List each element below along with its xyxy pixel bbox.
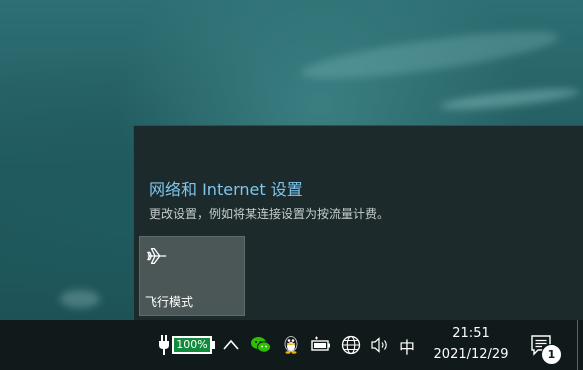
- network-globe-icon[interactable]: [339, 332, 363, 358]
- clock-time: 21:51: [452, 326, 490, 341]
- wallpaper-highlight: [439, 84, 581, 114]
- airplane-mode-tile[interactable]: 飞行模式: [139, 236, 245, 316]
- taskbar: 100% 中 21:51 2021/12/29 1: [0, 320, 583, 370]
- battery-status-icon[interactable]: [310, 332, 332, 358]
- airplane-mode-label: 飞行模式: [145, 295, 194, 309]
- network-internet-settings-link[interactable]: 网络和 Internet 设置: [149, 176, 303, 200]
- wallpaper-highlight: [60, 290, 100, 308]
- wechat-icon[interactable]: [249, 332, 273, 358]
- airplane-icon: [147, 248, 167, 264]
- plug-icon[interactable]: [156, 332, 172, 358]
- network-settings-description: 更改设置，例如将某连接设置为按流量计费。: [149, 207, 390, 221]
- notification-count-badge: 1: [541, 344, 562, 365]
- volume-icon[interactable]: [369, 332, 391, 358]
- clock-date: 2021/12/29: [433, 347, 509, 362]
- show-desktop-button[interactable]: [577, 320, 578, 370]
- chevron-up-icon[interactable]: [222, 332, 240, 358]
- input-method-indicator[interactable]: 中: [399, 334, 415, 358]
- qq-icon[interactable]: [281, 332, 301, 358]
- taskbar-clock[interactable]: 21:51 2021/12/29: [424, 324, 518, 366]
- wallpaper-highlight: [299, 22, 561, 88]
- network-flyout: 网络和 Internet 设置 更改设置，例如将某连接设置为按流量计费。 飞行模…: [133, 125, 583, 320]
- battery-terminal: [212, 341, 215, 349]
- battery-indicator[interactable]: 100%: [172, 336, 212, 354]
